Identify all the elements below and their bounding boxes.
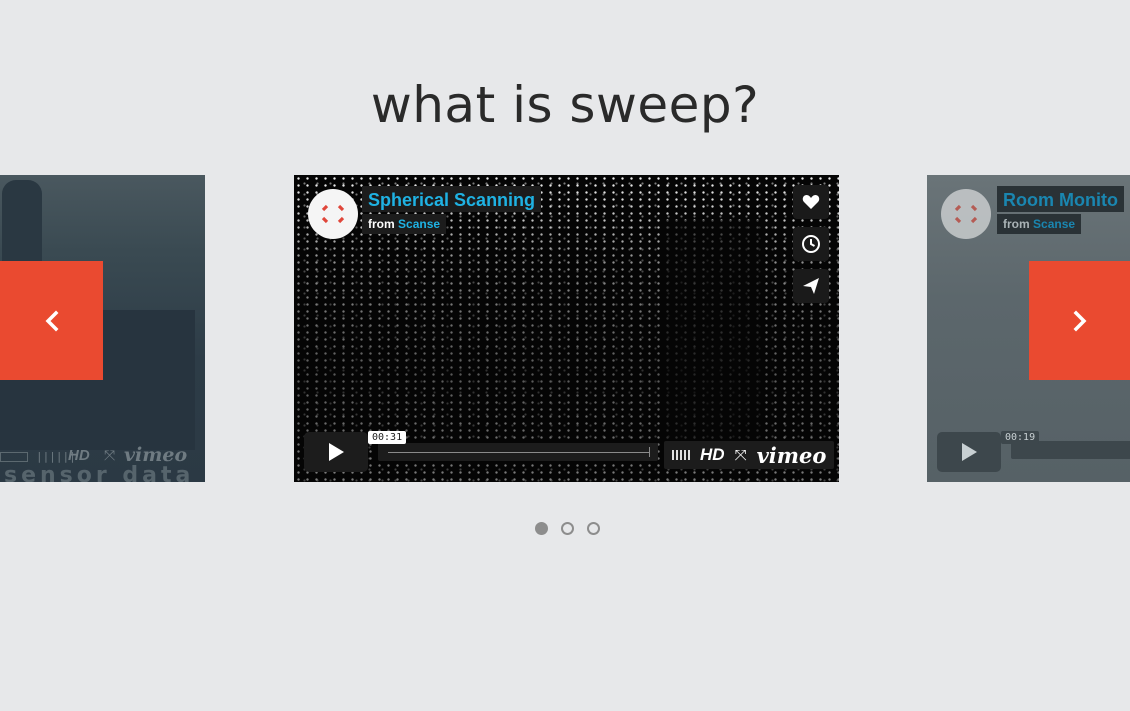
overlay-caption: sensor data (4, 463, 195, 482)
fullscreen-icon[interactable]: ⤧ (735, 447, 747, 464)
progress-track (388, 452, 650, 453)
vimeo-logo[interactable]: vimeo (757, 443, 827, 468)
volume-control[interactable] (672, 450, 690, 460)
heart-icon (802, 195, 820, 209)
play-button[interactable] (304, 432, 368, 472)
carousel-prev-button[interactable] (0, 261, 103, 380)
hd-label: HD (68, 447, 90, 464)
person-silhouette (2, 180, 42, 265)
carousel-slide-active[interactable]: Spherical Scanning from Scanse 00:31 HD … (294, 175, 839, 482)
progress-end-marker (649, 447, 650, 457)
clock-icon (802, 235, 820, 253)
channel-avatar[interactable] (308, 189, 358, 239)
video-title: Room Monito (997, 186, 1124, 212)
timecode-label: 00:19 (1001, 431, 1040, 444)
send-icon (803, 278, 819, 294)
video-title-link[interactable]: Spherical Scanning (362, 186, 542, 212)
carousel-next-button[interactable] (1029, 261, 1130, 380)
chevron-left-icon (45, 310, 58, 331)
play-icon (962, 443, 977, 461)
channel-avatar (941, 189, 991, 239)
progress-track (0, 452, 28, 462)
byline-from: from (368, 217, 395, 231)
carousel-pagination (535, 522, 600, 535)
pagination-dot-3[interactable] (587, 522, 600, 535)
chevron-right-icon (1073, 310, 1086, 331)
timecode-label: 00:31 (368, 431, 407, 444)
share-button[interactable] (793, 269, 829, 303)
author-link[interactable]: Scanse (398, 217, 440, 231)
play-button (937, 432, 1001, 472)
video-byline: from Scanse (362, 214, 447, 234)
author-name: Scanse (1033, 217, 1076, 231)
scanse-logo-icon (954, 204, 978, 224)
fullscreen-icon: ⤧ (104, 447, 116, 463)
hd-toggle[interactable]: HD (700, 445, 725, 465)
video-progress-bar[interactable] (378, 443, 658, 461)
video-frame-shadow (664, 220, 764, 450)
byline-from: from (1003, 217, 1030, 231)
play-icon (329, 443, 344, 461)
like-button[interactable] (793, 185, 829, 219)
page-title: what is sweep? (370, 76, 760, 134)
video-byline: from Scanse (997, 214, 1082, 234)
pagination-dot-2[interactable] (561, 522, 574, 535)
pagination-dot-1[interactable] (535, 522, 548, 535)
watch-later-button[interactable] (793, 227, 829, 261)
scanse-logo-icon (321, 204, 345, 224)
player-controls: HD ⤧ vimeo (664, 441, 835, 469)
